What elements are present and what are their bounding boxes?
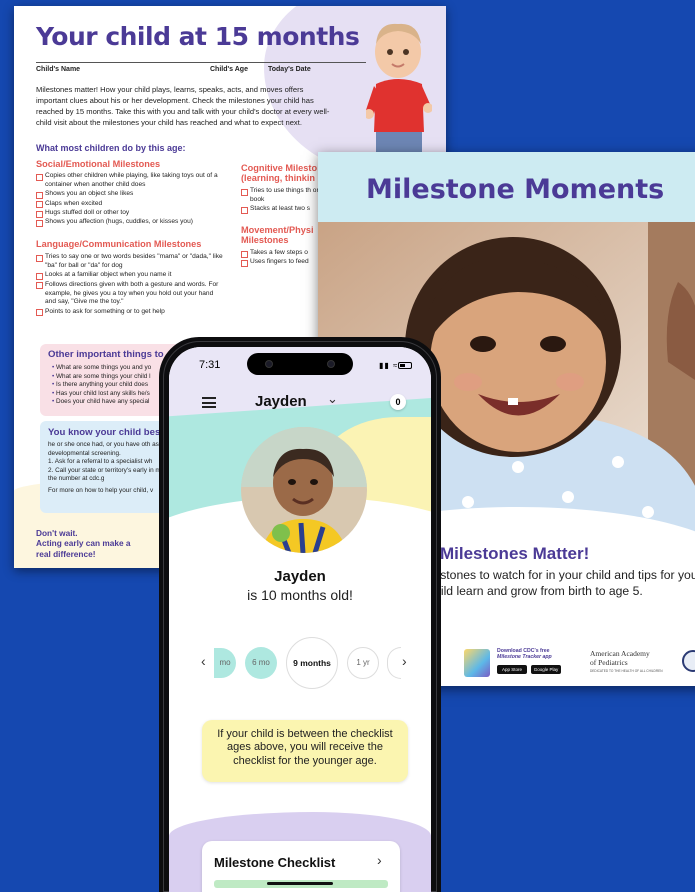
know-your-child-heading: You know your child best. [48, 427, 167, 438]
checklist-item: Takes a few steps o [241, 249, 321, 258]
movement-list: Takes a few steps o Uses fingers to feed [241, 249, 321, 268]
checklist-item: Looks at a familiar object when you name… [36, 271, 226, 280]
age-option-selected[interactable]: 9 months [286, 637, 338, 689]
camera-icon [265, 360, 273, 368]
menu-icon[interactable] [202, 397, 216, 408]
age-option[interactable]: 1 yr [347, 647, 379, 679]
bullet-item: What are some things your child l [52, 373, 151, 382]
cognitive-list: Tries to use things th or book Stacks at… [241, 187, 321, 215]
social-heading: Social/Emotional Milestones [36, 159, 161, 169]
aap-name: American Academy of Pediatrics [590, 649, 650, 667]
bullet-item: Has your child lost any skills he/s [52, 390, 151, 399]
checklist-item: Copies other children while playing, lik… [36, 172, 236, 190]
tracker-app-icon [464, 649, 490, 677]
google-play-badge[interactable]: Google Play [531, 665, 561, 674]
checklist-item: Points to ask for something or to get he… [36, 308, 226, 317]
tracker-line-2: Milestone Tracker app [497, 654, 552, 661]
aap-seal-icon [682, 650, 695, 672]
app-store-badge[interactable]: App Store [497, 665, 527, 674]
acting-early-text: Acting early can make a real difference! [36, 538, 131, 559]
chevron-left-icon[interactable]: ‹ [201, 653, 206, 669]
checklist-item: Shows you an object she likes [36, 190, 236, 199]
sensor-icon [327, 360, 335, 368]
signal-wifi-icon: ▮▮ ≈ [379, 361, 399, 370]
other-things-list: What are some things you and yo What are… [52, 364, 151, 407]
chevron-down-icon[interactable]: ⌄ [327, 391, 338, 407]
chevron-right-icon[interactable]: › [402, 653, 407, 669]
social-list: Copies other children while playing, lik… [36, 172, 236, 228]
checklist-item: Follows directions given with both a ges… [36, 281, 226, 308]
toddler-photo [366, 23, 432, 162]
age-option[interactable]: 6 mo [245, 647, 277, 679]
checklist-item: Tries to use things th or book [241, 187, 321, 205]
child-selector[interactable]: Jayden [255, 393, 307, 410]
intro-text: Milestones matter! How your child plays,… [36, 85, 330, 127]
section-heading: What most children do by this age: [36, 143, 186, 153]
checklist-item: Shows you affection (hugs, cuddles, or k… [36, 218, 236, 227]
chevron-right-icon: › [377, 852, 382, 868]
poster-title: Milestone Moments [366, 174, 665, 205]
document-title: Your child at 15 months [36, 22, 360, 51]
child-name-field: Child's Name [36, 66, 81, 73]
child-photo [241, 427, 367, 553]
checklist-item: Claps when excited [36, 200, 236, 209]
age-option-partial[interactable] [387, 647, 401, 679]
milestone-tracker-promo: Download CDC's free Milestone Tracker ap… [464, 648, 574, 678]
bullet-item: Does your child have any special [52, 398, 151, 407]
aap-line-2: of Pediatrics [590, 658, 628, 667]
cognitive-heading: Cognitive Milesto (learning, thinkin [241, 163, 318, 184]
milestone-checklist-label: Milestone Checklist [214, 855, 336, 870]
checklist-item: Tries to say one or two words besides "m… [36, 253, 226, 271]
aap-logo: American Academy of Pediatrics DEDICATED… [590, 648, 695, 678]
movement-heading: Movement/Physi Milestones [241, 225, 314, 246]
bullet-item: Is there anything your child does [52, 381, 151, 390]
other-things-heading: Other important things to [48, 349, 164, 360]
dont-wait-callout: Don't wait. Acting early can make a real… [36, 528, 136, 559]
poster-subtitle: ilestones to watch for in your child and… [428, 568, 695, 599]
child-avatar [241, 427, 367, 553]
aap-line-1: American Academy [590, 649, 650, 658]
language-list: Tries to say one or two words besides "m… [36, 253, 226, 317]
bullet-item: What are some things you and yo [52, 364, 151, 373]
todays-date-field: Today's Date [268, 66, 311, 73]
dynamic-island [247, 353, 353, 375]
profile-name: Jayden [274, 568, 326, 585]
phone-device: 7:31 ▮▮ ≈ Jayden ⌄ 0 Jayden is 10 months… [159, 337, 441, 892]
age-selector: ‹ mo 6 mo 9 months 1 yr › [169, 635, 431, 691]
info-message: If your child is between the checklist a… [202, 720, 408, 782]
language-heading: Language/Communication Milestones [36, 239, 202, 249]
dont-wait-text: Don't wait. [36, 528, 78, 538]
checklist-item: Uses fingers to feed [241, 258, 321, 267]
aap-tagline: DEDICATED TO THE HEALTH OF ALL CHILDREN [590, 669, 663, 673]
status-time: 7:31 [199, 359, 221, 371]
child-info-fields: Child's Name Child's Age Today's Date [36, 62, 366, 73]
child-age-text: is 10 months old! [247, 587, 353, 603]
child-age-field: Child's Age [210, 66, 248, 73]
milestone-tracker-app-screen: 7:31 ▮▮ ≈ Jayden ⌄ 0 Jayden is 10 months… [169, 347, 431, 892]
age-option[interactable]: mo [214, 648, 236, 678]
checklist-item: Stacks at least two s [241, 205, 321, 214]
notification-count[interactable]: 0 [390, 394, 406, 410]
home-indicator[interactable] [267, 882, 333, 885]
milestones-matter-heading: Milestones Matter! [440, 544, 590, 563]
tracker-text: Download CDC's free Milestone Tracker ap… [497, 648, 552, 660]
battery-icon [398, 362, 412, 369]
checklist-item: Hugs stuffed doll or other toy [36, 209, 236, 218]
